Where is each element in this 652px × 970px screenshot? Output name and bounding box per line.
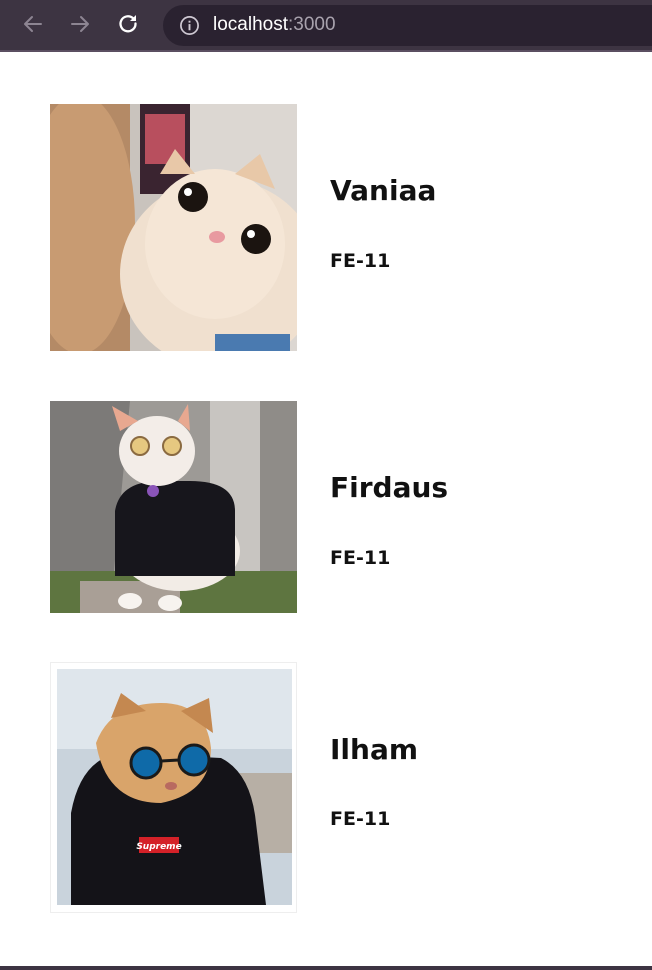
reload-icon [119, 15, 137, 33]
profile-group: FE-11 [330, 250, 391, 272]
profile-photo: Supreme [50, 662, 297, 913]
profile-group: FE-11 [330, 808, 391, 830]
profile-card: Vaniaa FE-11 [50, 104, 610, 351]
bottom-edge [0, 966, 652, 970]
profile-photo [50, 104, 297, 351]
forward-button[interactable] [66, 10, 94, 38]
browser-toolbar: localhost:3000 [0, 0, 652, 52]
reload-button[interactable] [114, 10, 142, 38]
profile-group: FE-11 [330, 547, 391, 569]
cat-in-supreme-hoodie-photo: Supreme [51, 663, 296, 912]
arrow-left-icon [24, 16, 42, 32]
svg-text:Supreme: Supreme [136, 842, 181, 852]
url-port: :3000 [288, 14, 336, 35]
back-button[interactable] [19, 10, 47, 38]
address-bar[interactable]: localhost:3000 [163, 5, 652, 46]
info-icon[interactable] [179, 15, 200, 36]
profile-photo [50, 401, 297, 613]
cat-selfie-photo [50, 104, 297, 351]
arrow-right-icon [71, 16, 89, 32]
cat-with-glasses-photo [50, 401, 297, 613]
profile-name: Ilham [330, 733, 419, 766]
url-text[interactable]: localhost:3000 [213, 14, 336, 36]
profile-card: Firdaus FE-11 [50, 401, 610, 613]
profile-card: Supreme Ilham FE-11 [50, 662, 610, 913]
url-host: localhost [213, 14, 288, 35]
profile-name: Vaniaa [330, 174, 437, 207]
profile-name: Firdaus [330, 471, 449, 504]
